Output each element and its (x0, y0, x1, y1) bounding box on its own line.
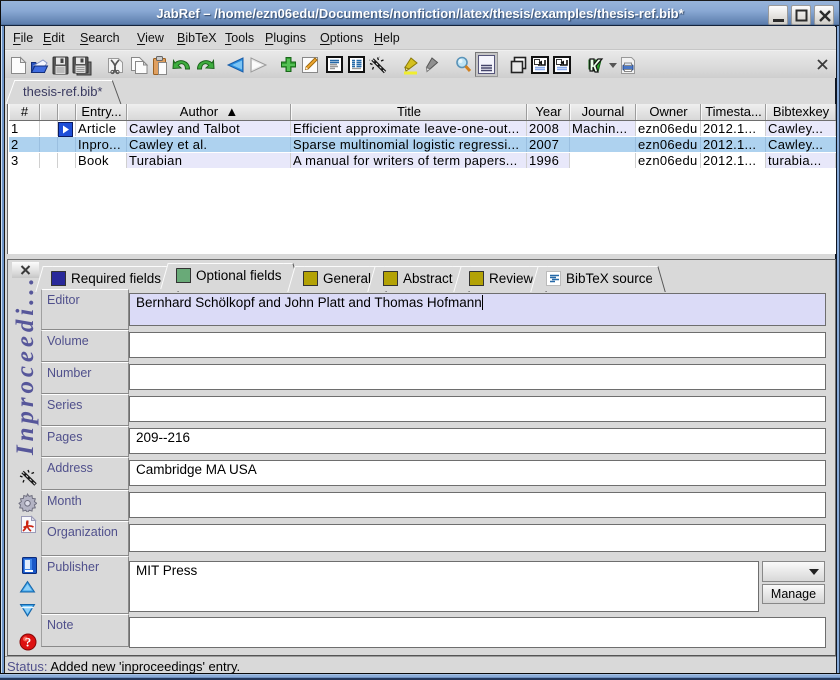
svg-text:?: ? (25, 635, 32, 650)
